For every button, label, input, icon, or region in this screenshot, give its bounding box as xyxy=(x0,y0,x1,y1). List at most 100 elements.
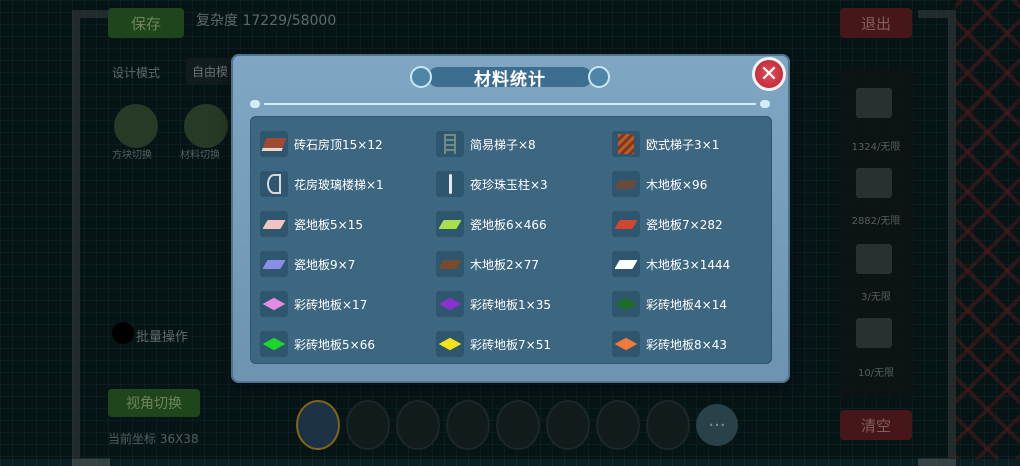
material-switch-icon[interactable] xyxy=(184,104,228,148)
stairs-icon xyxy=(612,131,640,157)
tile-shape xyxy=(614,219,638,229)
batch-label: 批量操作 xyxy=(136,330,189,345)
background-lattice xyxy=(955,0,1020,459)
dialog-title-ribbon: 材料统计 xyxy=(410,64,610,90)
background-frame-left xyxy=(72,10,110,466)
material-label: 欧式梯子3×1 xyxy=(646,137,720,152)
material-item: 彩砖地板1×35 xyxy=(436,284,612,324)
block-switch-label: 方块切换 xyxy=(112,150,152,161)
coordinates-label: 当前坐标 36X38 xyxy=(108,432,199,446)
roof-shape xyxy=(261,137,287,151)
diamond-shape xyxy=(438,337,462,351)
side-item-count: 1324/无限 xyxy=(851,142,901,153)
diamond-shape xyxy=(614,297,638,311)
materials-grid: 砖石房顶15×12 简易梯子×8 欧式梯子3×1 花房玻璃楼梯×1 夜珍珠玉柱×3 木地板… xyxy=(260,124,778,364)
material-item: 彩砖地板×17 xyxy=(260,284,436,324)
dialog-title: 材料统计 xyxy=(474,69,546,90)
material-label: 简易梯子×8 xyxy=(470,137,536,152)
material-label: 瓷地板7×282 xyxy=(646,217,723,232)
hotbar-slot[interactable] xyxy=(596,400,640,450)
diamond-shape xyxy=(262,297,286,311)
side-item-icon[interactable] xyxy=(856,318,892,348)
materials-panel: 砖石房顶15×12 简易梯子×8 欧式梯子3×1 花房玻璃楼梯×1 夜珍珠玉柱×3 木地板… xyxy=(250,116,772,364)
hotbar-slot[interactable] xyxy=(496,400,540,450)
hotbar-slot[interactable] xyxy=(346,400,390,450)
hotbar-slot-eraser[interactable] xyxy=(296,400,340,450)
batch-toggle[interactable] xyxy=(112,322,134,344)
tile-shape xyxy=(438,219,462,229)
material-label: 彩砖地板1×35 xyxy=(470,297,551,312)
material-label: 彩砖地板7×51 xyxy=(470,337,551,352)
design-mode-label: 设计模式 xyxy=(112,66,161,80)
block-switch-icon[interactable] xyxy=(114,104,158,148)
view-switch-button[interactable]: 视角切换 xyxy=(108,389,200,417)
material-label: 彩砖地板8×43 xyxy=(646,337,727,352)
close-button[interactable]: ✕ xyxy=(752,57,786,91)
diamond-shape xyxy=(262,337,286,351)
design-mode-select[interactable]: 自由模 xyxy=(186,58,234,84)
divider-end xyxy=(250,100,260,108)
hotbar: ··· xyxy=(296,400,738,450)
more-button[interactable]: ··· xyxy=(696,404,738,446)
hotbar-slot[interactable] xyxy=(646,400,690,450)
material-item: 欧式梯子3×1 xyxy=(612,124,778,164)
ladder-icon xyxy=(436,131,464,157)
side-item-count: 2882/无限 xyxy=(851,216,901,227)
stairs-shape xyxy=(618,134,634,154)
material-item: 彩砖地板4×14 xyxy=(612,284,778,324)
tile-icon xyxy=(612,251,640,277)
material-switch-label: 材料切换 xyxy=(180,150,220,161)
hotbar-slot[interactable] xyxy=(396,400,440,450)
diamond-icon xyxy=(612,291,640,317)
diamond-icon xyxy=(260,291,288,317)
material-item: 彩砖地板8×43 xyxy=(612,324,778,364)
side-item-icon[interactable] xyxy=(856,168,892,198)
ornament-icon xyxy=(410,66,432,88)
clear-button[interactable]: 清空 xyxy=(840,410,912,440)
material-label: 花房玻璃楼梯×1 xyxy=(294,177,384,192)
side-item-count: 10/无限 xyxy=(857,368,895,379)
material-item: 花房玻璃楼梯×1 xyxy=(260,164,436,204)
material-item: 简易梯子×8 xyxy=(436,124,612,164)
material-item: 木地板2×77 xyxy=(436,244,612,284)
spiral-stairs-shape xyxy=(267,174,281,194)
tile-icon xyxy=(436,211,464,237)
diamond-icon xyxy=(436,331,464,357)
side-item-count: 3/无限 xyxy=(861,292,891,303)
material-label: 木地板3×1444 xyxy=(646,257,731,272)
tile-icon xyxy=(260,251,288,277)
spiral-stairs-icon xyxy=(260,171,288,197)
exit-button[interactable]: 退出 xyxy=(840,8,912,38)
material-item: 木地板×96 xyxy=(612,164,778,204)
close-icon: ✕ xyxy=(759,61,779,87)
roof-icon xyxy=(260,131,288,157)
material-label: 彩砖地板4×14 xyxy=(646,297,727,312)
diamond-icon xyxy=(612,331,640,357)
material-item: 瓷地板9×7 xyxy=(260,244,436,284)
material-item: 瓷地板5×15 xyxy=(260,204,436,244)
divider-end xyxy=(760,100,770,108)
material-label: 木地板2×77 xyxy=(470,257,539,272)
pillar-icon xyxy=(436,171,464,197)
title-divider xyxy=(250,100,770,108)
material-label: 砖石房顶15×12 xyxy=(294,137,383,152)
material-item: 砖石房顶15×12 xyxy=(260,124,436,164)
hotbar-slot[interactable] xyxy=(546,400,590,450)
material-item: 木地板3×1444 xyxy=(612,244,778,284)
material-label: 彩砖地板×17 xyxy=(294,297,368,312)
wood-floor-icon xyxy=(612,171,640,197)
save-button[interactable]: 保存 xyxy=(108,8,184,38)
diamond-icon xyxy=(260,331,288,357)
material-label: 瓷地板6×466 xyxy=(470,217,547,232)
diamond-shape xyxy=(614,337,638,351)
wood-floor-shape xyxy=(614,179,638,189)
ladder-shape xyxy=(444,134,456,154)
hotbar-slot[interactable] xyxy=(446,400,490,450)
material-label: 夜珍珠玉柱×3 xyxy=(470,177,548,192)
material-label: 彩砖地板5×66 xyxy=(294,337,375,352)
diamond-shape xyxy=(438,297,462,311)
material-item: 瓷地板7×282 xyxy=(612,204,778,244)
ornament-icon xyxy=(588,66,610,88)
side-item-icon[interactable] xyxy=(856,244,892,274)
side-item-icon[interactable] xyxy=(856,88,892,118)
